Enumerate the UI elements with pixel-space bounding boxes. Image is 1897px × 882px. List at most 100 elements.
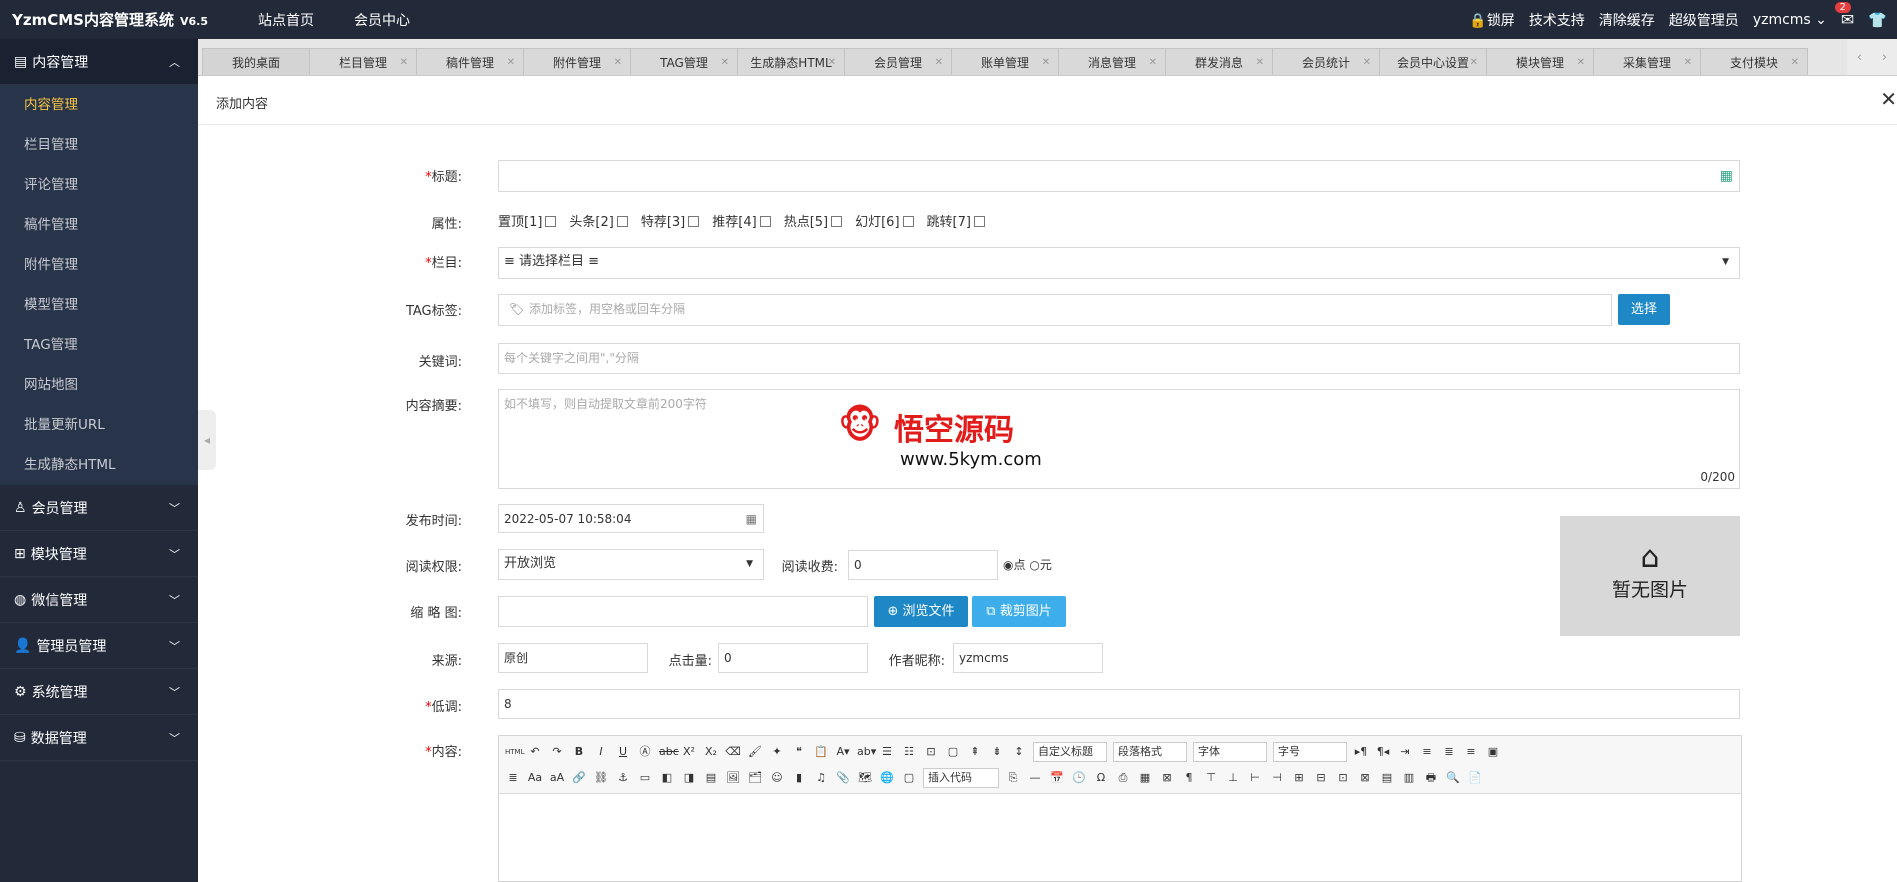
color-picker-icon[interactable]: ▦ bbox=[1720, 162, 1733, 190]
tab-10[interactable]: 会员统计 ✕ bbox=[1272, 48, 1380, 75]
tag-input[interactable]: 🏷 添加标签，用空格或回车分隔 bbox=[498, 294, 1612, 326]
bold-icon[interactable]: B bbox=[571, 745, 587, 759]
close-icon[interactable]: ✕ bbox=[1684, 49, 1692, 75]
sidebar-item-static-html[interactable]: 生成静态HTML bbox=[0, 445, 198, 485]
tab-7[interactable]: 账单管理 ✕ bbox=[951, 48, 1059, 75]
insert-table-icon[interactable]: ▦ bbox=[1137, 771, 1153, 785]
close-icon[interactable]: ✕ bbox=[507, 49, 515, 75]
close-icon[interactable]: ✕ bbox=[721, 49, 729, 75]
time-icon[interactable]: 🕒 bbox=[1071, 771, 1087, 785]
insert-row-icon[interactable]: ⊤ bbox=[1203, 771, 1219, 785]
line-height-icon[interactable]: ↕ bbox=[1011, 745, 1027, 759]
close-icon[interactable]: ✕ bbox=[828, 49, 836, 75]
strikethrough-icon[interactable]: abc bbox=[659, 745, 679, 759]
close-icon[interactable]: ✕ bbox=[935, 49, 943, 75]
keyword-input[interactable]: 每个关键字之间用","分隔 bbox=[498, 343, 1740, 374]
user-menu[interactable]: yzmcms ⌄ bbox=[1753, 12, 1827, 28]
tab-13[interactable]: 采集管理 ✕ bbox=[1593, 48, 1701, 75]
align-left-icon[interactable]: ≡ bbox=[1419, 745, 1435, 759]
sidebar-item-tag[interactable]: TAG管理 bbox=[0, 325, 198, 365]
nav-site-home[interactable]: 站点首页 bbox=[258, 10, 314, 30]
close-icon[interactable]: ✕ bbox=[1791, 49, 1799, 75]
clear-doc-icon[interactable]: ▢ bbox=[945, 745, 961, 759]
select-all-icon[interactable]: ⊡ bbox=[923, 745, 939, 759]
redo-icon[interactable]: ↷ bbox=[549, 745, 565, 759]
search-replace-icon[interactable]: 🔍 bbox=[1445, 771, 1461, 785]
to-lowercase-icon[interactable]: aA bbox=[549, 771, 565, 785]
sidebar-group-wechat[interactable]: ◍ 微信管理 ﹀ bbox=[0, 577, 198, 623]
tech-support-link[interactable]: 技术支持 bbox=[1529, 10, 1585, 30]
page-break-icon[interactable]: ⎘ bbox=[1005, 771, 1021, 785]
row-spacing-top-icon[interactable]: ⇞ bbox=[967, 745, 983, 759]
snapscreen-icon[interactable]: ⎙ bbox=[1115, 771, 1131, 785]
radio-yuan[interactable]: ○ bbox=[1029, 558, 1039, 572]
font-size-select[interactable]: 字号 bbox=[1273, 742, 1347, 762]
auto-format-icon[interactable]: ✦ bbox=[769, 745, 785, 759]
music-icon[interactable]: ♫ bbox=[813, 771, 829, 785]
emotion-icon[interactable]: ☺ bbox=[769, 771, 785, 785]
close-icon[interactable]: ✕ bbox=[1577, 49, 1585, 75]
paste-text-icon[interactable]: 📋 bbox=[813, 745, 829, 759]
anchor-icon[interactable]: ⚓ bbox=[615, 771, 631, 785]
close-icon[interactable]: ✕ bbox=[1880, 87, 1897, 111]
split-cols-icon[interactable]: ▥ bbox=[1401, 771, 1417, 785]
italic-icon[interactable]: I bbox=[593, 745, 609, 759]
nav-member-center[interactable]: 会员中心 bbox=[354, 10, 410, 30]
sidebar-group-data[interactable]: ⛁ 数据管理 ﹀ bbox=[0, 715, 198, 761]
sidebar-item-attachment[interactable]: 附件管理 bbox=[0, 245, 198, 285]
image-center-icon[interactable]: ▤ bbox=[703, 771, 719, 785]
crop-image-button[interactable]: ⧉ 裁剪图片 bbox=[972, 596, 1066, 627]
insert-paragraph-icon[interactable]: ¶ bbox=[1181, 771, 1197, 785]
eraser-icon[interactable]: ⌫ bbox=[725, 745, 741, 759]
sidebar-item-sitemap[interactable]: 网站地图 bbox=[0, 365, 198, 405]
sidebar-item-comment[interactable]: 评论管理 bbox=[0, 165, 198, 205]
fee-input[interactable]: 0 bbox=[848, 550, 998, 580]
sidebar-item-model[interactable]: 模型管理 bbox=[0, 285, 198, 325]
merge-right-icon[interactable]: ⊟ bbox=[1313, 771, 1329, 785]
underline-icon[interactable]: U bbox=[615, 745, 631, 759]
summary-textarea[interactable]: 如不填写，则自动提取文章前200字符 0/200 bbox=[498, 389, 1740, 489]
sidebar-group-content[interactable]: ▤ 内容管理 ︿ bbox=[0, 39, 198, 85]
attr-checkbox-4[interactable] bbox=[831, 216, 843, 227]
tab-5[interactable]: 生成静态HTML ✕ bbox=[737, 48, 845, 75]
tab-9[interactable]: 群发消息 ✕ bbox=[1165, 48, 1273, 75]
publish-time-input[interactable]: 2022-05-07 10:58:04 ▦ bbox=[498, 504, 764, 533]
browse-file-button[interactable]: ⊕ 浏览文件 bbox=[874, 596, 968, 627]
format-brush-icon[interactable]: 🖌 bbox=[747, 745, 763, 759]
image-right-icon[interactable]: ◨ bbox=[681, 771, 697, 785]
close-icon[interactable]: ✕ bbox=[1149, 49, 1157, 75]
close-icon[interactable]: ✕ bbox=[614, 49, 622, 75]
special-char-icon[interactable]: Ω bbox=[1093, 771, 1109, 785]
delete-row-icon[interactable]: ⊥ bbox=[1225, 771, 1241, 785]
lowkey-input[interactable]: 8 bbox=[498, 689, 1740, 719]
tab-1[interactable]: 栏目管理 ✕ bbox=[309, 48, 417, 75]
author-input[interactable]: yzmcms bbox=[953, 643, 1103, 673]
sidebar-group-admin[interactable]: 👤 管理员管理 ﹀ bbox=[0, 623, 198, 669]
insert-code-select[interactable]: 插入代码 bbox=[923, 768, 999, 788]
sidebar-group-module[interactable]: ⊞ 模块管理 ﹀ bbox=[0, 531, 198, 577]
tab-2[interactable]: 稿件管理 ✕ bbox=[416, 48, 524, 75]
tab-14[interactable]: 支付模块 ✕ bbox=[1700, 48, 1808, 75]
subscript-icon[interactable]: X₂ bbox=[703, 745, 719, 759]
delete-table-icon[interactable]: ⊠ bbox=[1159, 771, 1175, 785]
shirt-icon[interactable]: 👕 bbox=[1868, 11, 1887, 29]
attr-checkbox-2[interactable] bbox=[688, 216, 700, 227]
thumbnail-input[interactable] bbox=[498, 596, 868, 627]
tab-0[interactable]: 我的桌面 bbox=[202, 48, 310, 75]
tab-11[interactable]: 会员中心设置 ✕ bbox=[1379, 48, 1487, 75]
drafts-icon[interactable]: 📄 bbox=[1467, 771, 1483, 785]
sidebar-item-update-url[interactable]: 批量更新URL bbox=[0, 405, 198, 445]
radio-point[interactable]: ◉ bbox=[1003, 558, 1013, 572]
title-input[interactable]: ▦ bbox=[498, 160, 1740, 192]
multi-image-icon[interactable]: 🗂 bbox=[747, 771, 763, 785]
tab-6[interactable]: 会员管理 ✕ bbox=[844, 48, 952, 75]
image-icon[interactable]: 🖼 bbox=[725, 771, 741, 785]
rtl-icon[interactable]: ¶◂ bbox=[1375, 745, 1391, 759]
heading-select[interactable]: 自定义标题 bbox=[1033, 742, 1107, 762]
tab-3[interactable]: 附件管理 ✕ bbox=[523, 48, 631, 75]
border-a-icon[interactable]: Ⓐ bbox=[637, 745, 653, 759]
ltr-icon[interactable]: ▸¶ bbox=[1353, 745, 1369, 759]
close-icon[interactable]: ✕ bbox=[1256, 49, 1264, 75]
sidebar-group-system[interactable]: ⚙ 系统管理 ﹀ bbox=[0, 669, 198, 715]
background-color-icon[interactable]: ab▾ bbox=[857, 745, 876, 759]
